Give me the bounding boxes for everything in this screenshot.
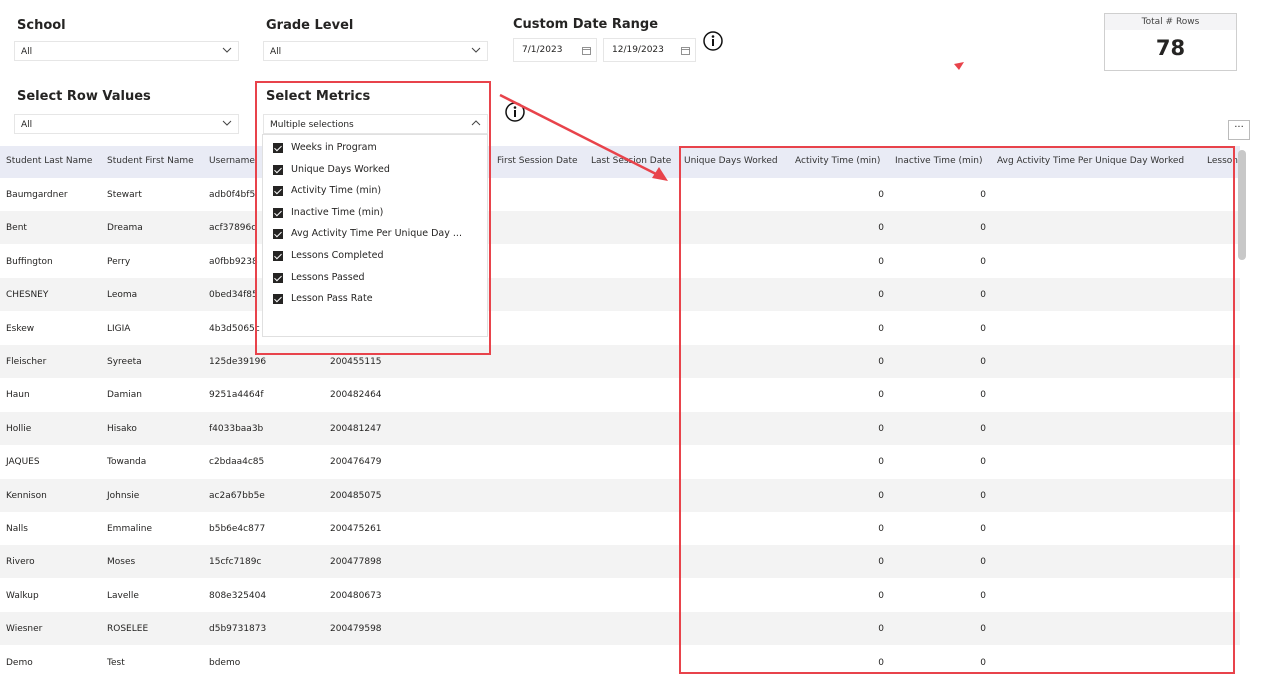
cell-first-name: ROSELEE <box>107 624 149 635</box>
cell-student-id: 200480673 <box>330 590 382 601</box>
column-header[interactable]: Username <box>209 156 255 166</box>
cell-last-name: CHESNEY <box>6 290 49 301</box>
cell-last-name: JAQUES <box>6 457 40 468</box>
cell-username: 4b3d5065c <box>209 323 260 334</box>
cell-username: b5b6e4c877 <box>209 524 266 534</box>
cell-username: adb0f4bf5 <box>209 190 256 200</box>
date-range-title: Custom Date Range <box>513 17 659 32</box>
chevron-down-icon <box>471 47 481 53</box>
cell-student-id: 200485075 <box>330 490 382 501</box>
annotation-box-columns <box>679 146 1235 674</box>
cell-last-name: Baumgardner <box>6 190 68 200</box>
cell-last-name: Bent <box>6 223 27 234</box>
cell-username: 808e325404 <box>209 590 267 601</box>
school-slicer-title: School <box>17 18 66 33</box>
cell-last-name: Kennison <box>6 490 47 501</box>
total-rows-label: Total # Rows <box>1105 14 1236 30</box>
cell-student-id: 200482464 <box>330 390 382 401</box>
cell-last-name: Nalls <box>6 524 28 534</box>
cell-username: c2bdaa4c85 <box>209 457 265 468</box>
cell-first-name: Stewart <box>107 190 142 200</box>
column-header[interactable]: Student Last Name <box>6 156 92 166</box>
cell-student-id: 200479598 <box>330 624 382 635</box>
cell-last-name: Walkup <box>6 590 39 601</box>
cell-username: 125de39196 <box>209 357 267 367</box>
cell-last-name: Eskew <box>6 323 35 334</box>
info-icon[interactable] <box>703 31 723 51</box>
cell-username: 9251a4464f <box>209 390 264 401</box>
cell-last-name: Rivero <box>6 557 35 568</box>
cell-first-name: Lavelle <box>107 590 139 601</box>
cell-first-name: Leoma <box>107 290 138 301</box>
end-date-input[interactable]: 12/19/2023 <box>603 38 696 62</box>
cell-last-name: Hollie <box>6 423 32 434</box>
cell-student-id: 200477898 <box>330 557 382 568</box>
grade-dropdown-value: All <box>270 47 282 57</box>
cell-first-name: Damian <box>107 390 142 401</box>
cell-username: d5b9731873 <box>209 624 267 635</box>
cell-first-name: LIGIA <box>107 323 131 334</box>
chevron-down-icon <box>222 47 232 53</box>
cell-username: 15cfc7189c <box>209 557 262 568</box>
cell-student-id: 200475261 <box>330 524 382 534</box>
cell-username: ac2a67bb5e <box>209 490 265 501</box>
calendar-icon[interactable] <box>681 46 690 55</box>
cell-last-name: Haun <box>6 390 30 401</box>
cell-student-id: 200481247 <box>330 423 382 434</box>
annotation-box-metrics <box>255 81 491 355</box>
school-dropdown[interactable]: All <box>14 41 239 61</box>
calendar-icon[interactable] <box>582 46 591 55</box>
cell-first-name: Emmaline <box>107 524 152 534</box>
chevron-down-icon <box>222 120 232 126</box>
cell-first-name: Perry <box>107 256 131 267</box>
column-header[interactable]: Student First Name <box>107 156 194 166</box>
cell-first-name: Towanda <box>107 457 147 468</box>
row-values-dropdown-value: All <box>21 120 33 130</box>
cell-first-name: Test <box>107 657 125 668</box>
row-values-slicer-title: Select Row Values <box>17 89 151 104</box>
cell-last-name: Buffington <box>6 256 53 267</box>
cell-last-name: Fleischer <box>6 357 47 367</box>
row-values-dropdown[interactable]: All <box>14 114 239 134</box>
grade-slicer-title: Grade Level <box>266 18 354 33</box>
end-date-value: 12/19/2023 <box>612 45 664 55</box>
cell-first-name: Moses <box>107 557 136 568</box>
cell-first-name: Dreama <box>107 223 143 234</box>
school-dropdown-value: All <box>21 47 33 57</box>
grade-dropdown[interactable]: All <box>263 41 488 61</box>
table-scrollbar[interactable] <box>1238 150 1246 260</box>
total-rows-value: 78 <box>1155 36 1186 60</box>
cell-student-id: 200476479 <box>330 457 382 468</box>
annotation-arrow <box>499 93 668 181</box>
more-options-button[interactable]: ··· <box>1228 120 1250 140</box>
annotation-arrow-mark <box>954 62 964 70</box>
cell-username: 0bed34f85 <box>209 290 258 301</box>
cell-first-name: Syreeta <box>107 357 142 367</box>
cell-username: bdemo <box>209 657 241 668</box>
start-date-value: 7/1/2023 <box>522 45 563 55</box>
total-rows-card: Total # Rows 78 <box>1104 13 1237 71</box>
cell-first-name: Hisako <box>107 423 137 434</box>
cell-username: acf37896c <box>209 223 257 234</box>
cell-student-id: 200455115 <box>330 357 382 367</box>
cell-last-name: Demo <box>6 657 33 668</box>
start-date-input[interactable]: 7/1/2023 <box>513 38 597 62</box>
cell-username: f4033baa3b <box>209 423 264 434</box>
cell-username: a0fbb9238 <box>209 256 258 267</box>
cell-first-name: Johnsie <box>107 490 140 501</box>
cell-last-name: Wiesner <box>6 624 43 635</box>
